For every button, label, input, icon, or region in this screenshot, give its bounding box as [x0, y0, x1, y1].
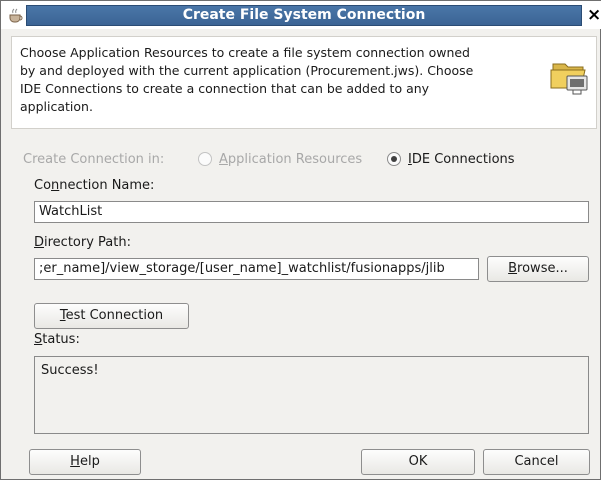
- description-line: Choose Application Resources to create a…: [20, 45, 470, 60]
- description-panel: Choose Application Resources to create a…: [11, 36, 597, 129]
- description-text: Choose Application Resources to create a…: [20, 44, 525, 116]
- mnemonic-letter: B: [508, 261, 518, 276]
- label-post: nection Name:: [59, 178, 155, 193]
- label-rest: elp: [79, 454, 100, 469]
- radio-selected-dot: [391, 156, 397, 162]
- help-button[interactable]: Help: [29, 449, 141, 475]
- folder-connection-icon: [547, 52, 591, 96]
- label-rest: rowse...: [517, 261, 568, 276]
- create-file-system-connection-dialog: Create File System Connection × Choose A…: [0, 0, 602, 480]
- label-rest: tatus:: [42, 332, 80, 347]
- ok-button[interactable]: OK: [361, 449, 475, 475]
- directory-path-label: Directory Path:: [34, 235, 131, 250]
- status-label: Status:: [34, 332, 80, 347]
- application-resources-label[interactable]: Application Resources: [219, 152, 362, 167]
- create-connection-in-label: Create Connection in:: [23, 152, 165, 167]
- ide-connections-radio[interactable]: [387, 152, 401, 166]
- window-title: Create File System Connection: [182, 7, 426, 23]
- directory-path-input[interactable]: ;er_name]/view_storage/[user_name]_watch…: [34, 258, 479, 280]
- label-rest: DE Connections: [411, 152, 515, 167]
- title-bar[interactable]: Create File System Connection ×: [1, 1, 602, 29]
- browse-button[interactable]: Browse...: [487, 256, 589, 282]
- description-line: by and deployed with the current applica…: [20, 63, 474, 78]
- status-area: Success!: [34, 356, 589, 434]
- application-resources-radio[interactable]: [198, 152, 212, 166]
- connection-name-input[interactable]: WatchList: [34, 201, 589, 223]
- connection-name-label: Connection Name:: [34, 178, 154, 193]
- mnemonic-letter: H: [70, 454, 80, 469]
- label-rest: pplication Resources: [227, 152, 363, 167]
- status-text: Success!: [41, 363, 99, 378]
- mnemonic-letter: A: [219, 152, 228, 167]
- test-connection-button[interactable]: Test Connection: [34, 303, 189, 329]
- description-line: IDE Connections to create a connection t…: [20, 81, 430, 96]
- label-rest: irectory Path:: [44, 235, 131, 250]
- coffee-cup-icon[interactable]: [7, 6, 25, 24]
- ide-connections-label[interactable]: IDE Connections: [408, 152, 515, 167]
- label-rest: est Connection: [65, 308, 164, 323]
- mnemonic-letter: D: [34, 235, 45, 250]
- cancel-button[interactable]: Cancel: [483, 449, 590, 475]
- label-pre: Co: [34, 178, 52, 193]
- close-icon[interactable]: ×: [587, 4, 603, 26]
- create-connection-in-group: Create Connection in: Application Resour…: [23, 151, 583, 171]
- description-line: application.: [20, 99, 93, 114]
